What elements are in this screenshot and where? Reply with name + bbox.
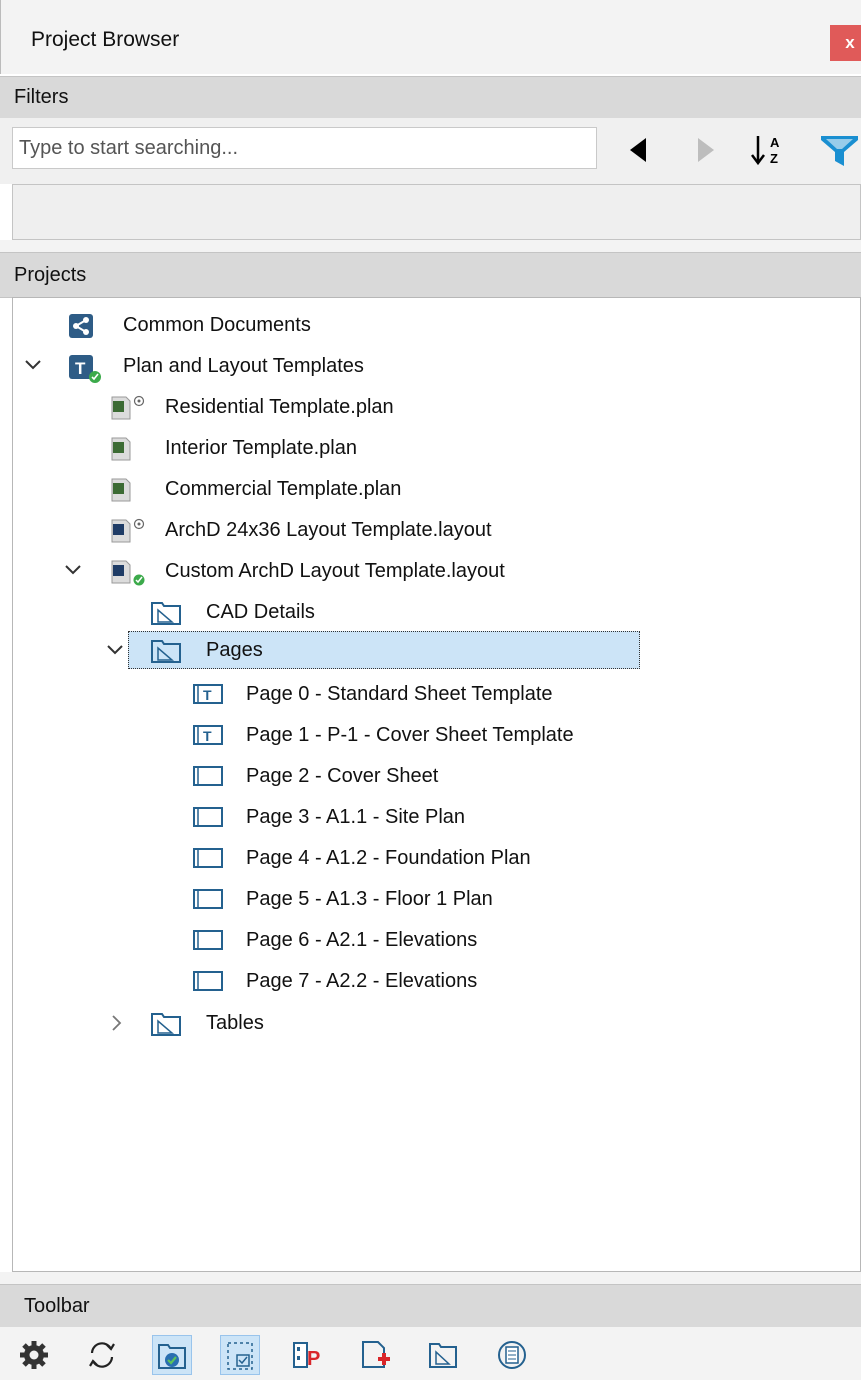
page-icon [193,971,223,991]
tree-item-page[interactable]: T Page 1 - P-1 - Cover Sheet Template [190,716,650,754]
window-title: Project Browser [31,28,180,51]
tree-item-label: Common Documents [123,314,311,336]
page-icon [193,807,223,827]
forward-arrow-icon[interactable] [694,136,718,164]
tree-item-label: Page 5 - A1.3 - Floor 1 Plan [246,888,493,910]
tree-item-label: Page 7 - A2.2 - Elevations [246,970,478,992]
title-bar: Project Browser x [0,0,861,74]
show-active-project-button[interactable] [152,1335,192,1375]
refresh-icon [89,1342,115,1368]
plan-file-icon [111,478,131,502]
folder-icon [151,602,181,625]
sort-az-icon[interactable]: A Z [750,132,788,168]
tree-item-commercial-template[interactable]: Commercial Template.plan [110,470,560,508]
tree-item-archd-24x36-layout[interactable]: ArchD 24x36 Layout Template.layout [110,511,610,549]
projects-header-label: Projects [14,264,87,286]
plan-file-icon [111,395,145,420]
tree-item-label: Page 6 - A2.1 - Elevations [246,929,478,951]
tree-item-label: Residential Template.plan [165,396,394,418]
page-icon [193,848,223,868]
chevron-down-icon[interactable] [106,643,124,657]
tree-item-page[interactable]: Page 4 - A1.2 - Foundation Plan [190,839,650,877]
tree-item-label: Tables [206,1012,264,1034]
tree-item-label: Commercial Template.plan [165,478,402,500]
folder-icon [429,1343,457,1368]
filter-funnel-icon[interactable] [818,132,861,170]
tree-item-label: Page 4 - A1.2 - Foundation Plan [246,847,531,869]
tree-item-label: Page 3 - A1.1 - Site Plan [246,806,466,828]
separator [0,240,861,252]
tree-item-label: CAD Details [206,601,315,623]
tree-item-page[interactable]: Page 6 - A2.1 - Elevations [190,921,650,959]
settings-button[interactable] [14,1335,54,1375]
plan-layout-toggle-button[interactable]: P [288,1335,328,1375]
page-list-button[interactable] [492,1335,532,1375]
filter-tags-area[interactable] [12,184,861,240]
filters-header[interactable]: Filters [0,76,861,119]
new-folder-button[interactable] [424,1335,464,1375]
dotted-selection-icon [227,1342,253,1370]
plan-p-icon: P [293,1342,320,1370]
tree-item-custom-archd-layout[interactable]: Custom ArchD Layout Template.layout [110,552,630,590]
tree-item-tables[interactable]: Tables [150,1004,550,1042]
template-folder-icon: T [69,355,101,383]
layout-file-icon [111,560,145,586]
new-page-button[interactable] [356,1335,396,1375]
tree-item-label: Page 2 - Cover Sheet [246,765,439,787]
svg-text:Z: Z [770,151,778,166]
page-icon [193,889,223,909]
tree-item-label: Pages [206,639,263,661]
back-arrow-icon[interactable] [626,136,650,164]
folder-icon [151,640,181,663]
chevron-down-icon[interactable] [64,563,82,577]
tree-item-label: Interior Template.plan [165,437,357,459]
page-list-icon [498,1341,526,1369]
tree-item-interior-template[interactable]: Interior Template.plan [110,429,560,467]
tree-item-page[interactable]: Page 2 - Cover Sheet [190,757,650,795]
toolbar-header-label: Toolbar [24,1295,90,1317]
svg-text:T: T [203,728,212,744]
plan-file-icon [111,437,131,461]
select-items-button[interactable] [220,1335,260,1375]
tree-item-common-documents[interactable]: Common Documents [68,306,468,344]
tree-item-label: Custom ArchD Layout Template.layout [165,560,505,582]
tree-item-page[interactable]: Page 5 - A1.3 - Floor 1 Plan [190,880,650,918]
separator [0,1272,861,1284]
tree-item-residential-template[interactable]: Residential Template.plan [110,388,560,426]
svg-text:T: T [75,359,86,378]
close-button[interactable]: x [830,25,861,61]
tree-item-label: Page 1 - P-1 - Cover Sheet Template [246,724,574,746]
projects-header[interactable]: Projects [0,252,861,298]
tree-item-label: ArchD 24x36 Layout Template.layout [165,519,492,541]
folder-icon [151,1013,181,1036]
tree-item-label: Page 0 - Standard Sheet Template [246,683,553,705]
tree-item-plan-and-layout-templates[interactable]: T Plan and Layout Templates [68,347,468,385]
layout-file-icon [111,518,145,543]
page-icon [193,930,223,950]
tree-item-pages[interactable]: Pages [150,631,550,669]
chevron-right-icon[interactable] [110,1014,124,1032]
gear-icon [20,1341,48,1369]
tree-item-page[interactable]: T Page 0 - Standard Sheet Template [190,675,650,713]
svg-text:T: T [203,687,212,703]
folder-check-icon [158,1344,186,1369]
svg-text:A: A [770,135,780,150]
filters-header-label: Filters [14,86,69,108]
tree-item-page[interactable]: Page 3 - A1.1 - Site Plan [190,798,650,836]
refresh-button[interactable] [82,1335,122,1375]
template-page-icon: T [193,725,223,745]
shared-documents-icon [69,314,93,338]
tree-item-label: Plan and Layout Templates [123,355,364,377]
tree-item-cad-details[interactable]: CAD Details [150,593,550,631]
add-page-icon [362,1341,390,1368]
tree-item-page[interactable]: Page 7 - A2.2 - Elevations [190,962,650,1000]
chevron-down-icon[interactable] [24,358,42,372]
search-input[interactable] [12,127,597,169]
svg-text:P: P [307,1348,320,1370]
page-icon [193,766,223,786]
toolbar-header[interactable]: Toolbar [0,1284,861,1328]
template-page-icon: T [193,684,223,704]
